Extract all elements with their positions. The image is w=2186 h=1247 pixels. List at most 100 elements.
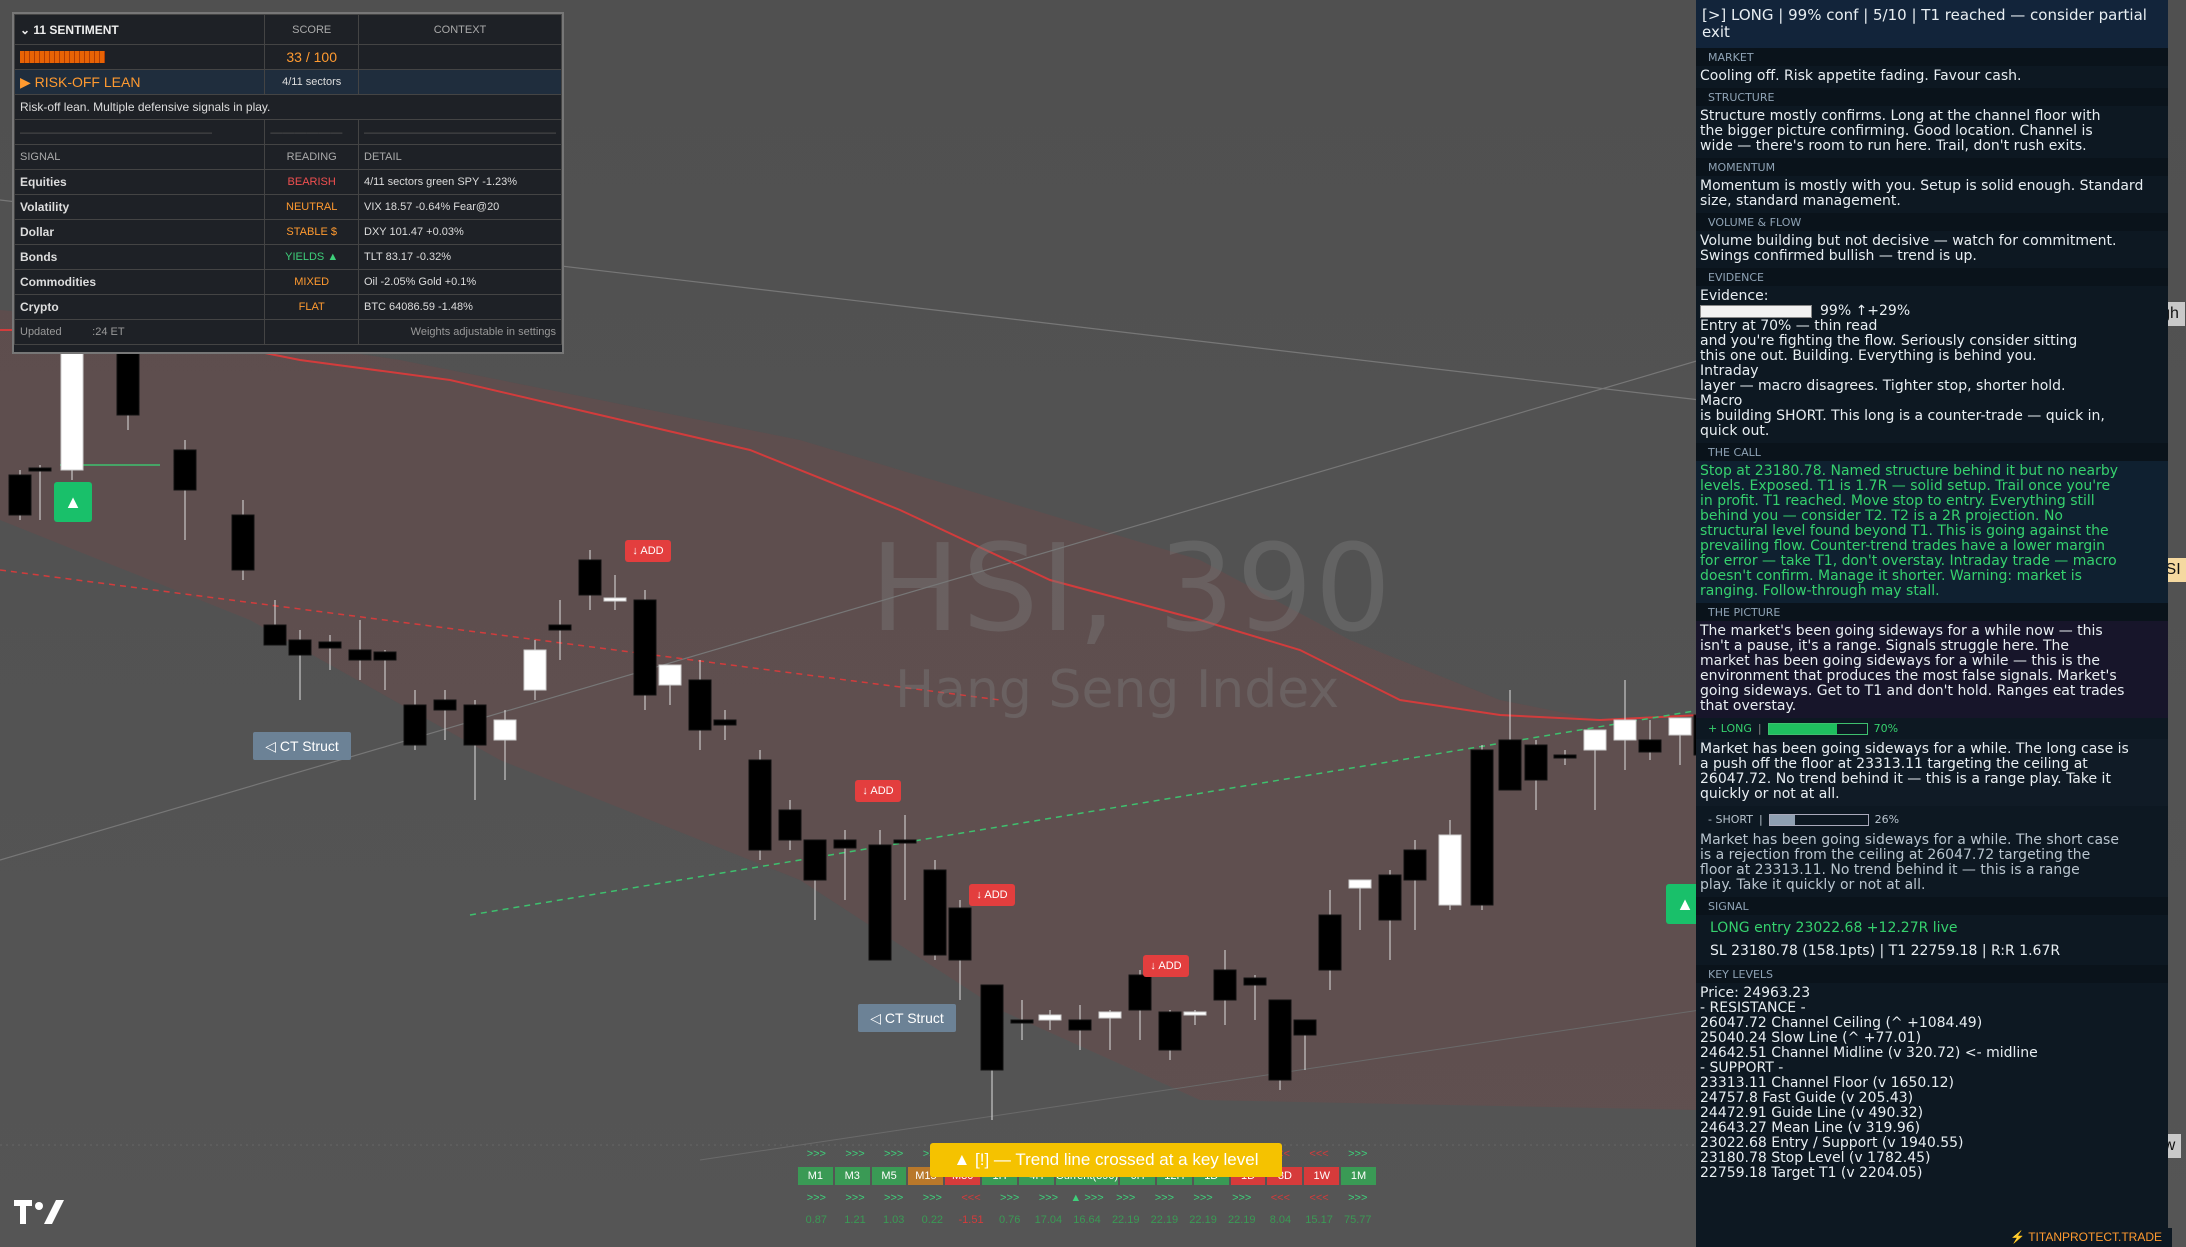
analysis-panel[interactable]: [>] LONG | 99% conf | 5/10 | T1 reached … — [1696, 0, 2168, 1247]
candle-body — [1183, 1011, 1207, 1016]
updated-label: Updated :24 ET — [13, 319, 266, 345]
candle-body — [893, 839, 917, 844]
sentiment-row: Crypto FLAT BTC 64086.59 -1.48% — [13, 294, 562, 320]
long-signal-up-icon[interactable]: ▲ — [54, 482, 92, 522]
ct-struct-tag[interactable]: ◁ CT Struct — [253, 732, 351, 760]
section-title: SIGNAL — [1696, 897, 2168, 915]
mtf-cell: >>> — [806, 1148, 826, 1160]
candle-body — [1243, 977, 1267, 986]
add-signal-tag[interactable]: ↓ ADD — [855, 780, 901, 802]
mtf-cell: <<< — [961, 1192, 981, 1204]
divider: —————— — [264, 119, 359, 145]
long-bar — [1767, 722, 1868, 735]
mtf-cell: M5 — [871, 1167, 907, 1185]
market-text: Cooling off. Risk appetite fading. Favou… — [1700, 68, 2022, 84]
candle-body — [231, 514, 255, 571]
section-title: THE CALL — [1696, 443, 2168, 461]
divider: ———————————————— — [358, 119, 562, 145]
mtf-cell: 17.04 — [1034, 1214, 1063, 1226]
picture-text: The market's been going sideways for a w… — [1696, 621, 2168, 718]
mtf-cell: 16.64 — [1073, 1214, 1101, 1226]
candle-body — [288, 639, 312, 656]
candle-body — [463, 704, 487, 746]
evidence-bar — [1700, 305, 1812, 318]
mtf-cell: 15.17 — [1305, 1214, 1333, 1226]
mtf-cell: M3 — [834, 1167, 870, 1185]
mtf-cell: -1.51 — [958, 1214, 984, 1226]
mtf-cell: 0.22 — [921, 1214, 944, 1226]
signal-name: Commodities — [13, 269, 266, 295]
section-title: EVIDENCE — [1696, 268, 2168, 286]
evidence-meter: 99% ↑+29% — [1696, 304, 2168, 319]
mtf-cell: >>> — [1038, 1192, 1058, 1204]
long-pct: 70% — [1873, 722, 1899, 735]
add-signal-tag[interactable]: ↓ ADD — [969, 884, 1015, 906]
mtf-cell: M1 — [798, 1167, 833, 1185]
candle-body — [1438, 834, 1462, 906]
candle-body — [348, 649, 372, 661]
section-title: STRUCTURE — [1696, 88, 2168, 106]
brand-link[interactable]: ⚡ TITANPROTECT.TRADE — [1700, 1228, 2172, 1247]
signal-name: Dollar — [13, 219, 266, 245]
signal-detail: DXY 101.47 +0.03% — [358, 219, 562, 245]
mtf-cell: ▲ >>> — [1070, 1192, 1104, 1204]
candle-body — [1498, 739, 1522, 791]
signal-name: Volatility — [13, 194, 266, 220]
score-value: 33 / 100 — [264, 44, 359, 70]
mtf-cell: 22.19 — [1150, 1214, 1179, 1226]
col-reading: READING — [264, 144, 359, 170]
signal-reading: NEUTRAL — [264, 194, 359, 220]
context-header: CONTEXT — [358, 14, 562, 45]
candle-body — [493, 719, 517, 741]
section-title: VOLUME & FLOW — [1696, 213, 2168, 231]
mtf-cell: 1.21 — [844, 1214, 866, 1226]
signal-reading: STABLE $ — [264, 219, 359, 245]
mtf-cell: 22.19 — [1227, 1214, 1256, 1226]
long-label: + LONG — [1708, 722, 1752, 735]
section-title: THE PICTURE — [1696, 603, 2168, 621]
add-signal-tag[interactable]: ↓ ADD — [625, 540, 671, 562]
trendline-alert[interactable]: ▲ [!] — Trend line crossed at a key leve… — [930, 1143, 1282, 1177]
signal-detail: VIX 18.57 -0.64% Fear@20 — [358, 194, 562, 220]
candle-body — [1293, 1019, 1317, 1036]
candle-body — [1318, 914, 1342, 971]
channel-shade — [0, 310, 1700, 1110]
empty-cell — [358, 69, 562, 95]
signal-name: Equities — [13, 169, 266, 195]
mtf-cell: >>> — [845, 1192, 865, 1204]
mtf-cell: >>> — [1348, 1148, 1368, 1160]
signal-summary-bar: [>] LONG | 99% conf | 5/10 | T1 reached … — [1696, 0, 2168, 48]
sectors-count: 4/11 sectors — [264, 69, 359, 95]
signal-detail: Oil -2.05% Gold +0.1% — [358, 269, 562, 295]
tradingview-logo-icon[interactable] — [14, 1198, 66, 1228]
signal-reading: MIXED — [264, 269, 359, 295]
candle-body — [1668, 717, 1692, 736]
short-label: - SHORT — [1708, 813, 1753, 826]
signal-reading: YIELDS ▲ — [264, 244, 359, 270]
candle-body — [1068, 1019, 1092, 1031]
ct-struct-tag[interactable]: ◁ CT Struct — [858, 1004, 956, 1032]
short-case-meter: - SHORT | 26% — [1708, 813, 1900, 826]
signal-name: Bonds — [13, 244, 266, 270]
mtf-cell: >>> — [922, 1192, 942, 1204]
add-signal-tag[interactable]: ↓ ADD — [1143, 955, 1189, 977]
short-pct: 26% — [1874, 813, 1900, 826]
signal-stop: SL 23180.78 (158.1pts) | T1 22759.18 | R… — [1710, 943, 2061, 959]
sentiment-summary: Risk-off lean. Multiple defensive signal… — [14, 94, 562, 120]
candle-body — [523, 649, 547, 691]
mtf-cell: 0.87 — [805, 1214, 828, 1226]
candle-body — [1470, 749, 1494, 906]
candle-body — [8, 474, 32, 516]
mtf-cell: >>> — [1232, 1192, 1252, 1204]
signal-name: Crypto — [13, 294, 266, 320]
sentiment-title: ⌄ 11 SENTIMENT — [13, 14, 266, 45]
signal-entry: LONG entry 23022.68 +12.27R live — [1710, 920, 1958, 936]
candle-body — [748, 759, 772, 851]
sentiment-row: Equities BEARISH 4/11 sectors green SPY … — [13, 169, 562, 195]
sentiment-collapse-button[interactable]: ⌄ 11 — [20, 23, 46, 37]
mtf-cell: 1M — [1341, 1167, 1376, 1185]
long-case-meter: + LONG | 70% — [1708, 722, 1899, 735]
candle-body — [578, 559, 602, 596]
mtf-cell: 22.19 — [1189, 1214, 1217, 1226]
candle-body — [1524, 744, 1548, 781]
